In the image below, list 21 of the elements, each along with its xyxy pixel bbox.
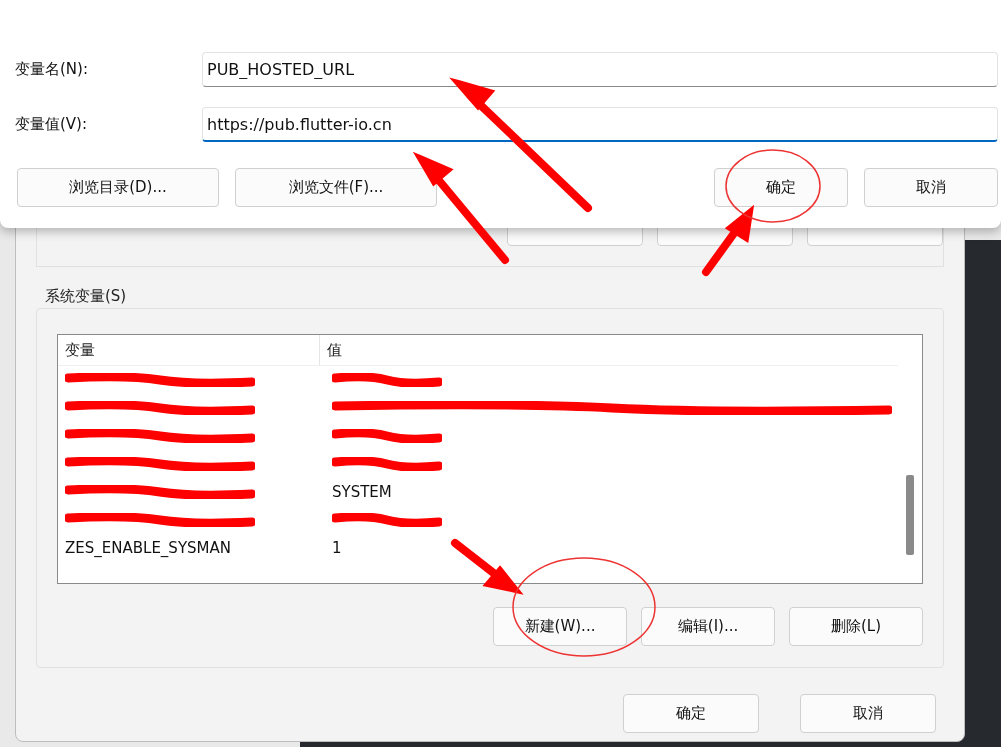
action-button[interactable]: 编辑(I)...: [641, 607, 775, 646]
group-title: 系统变量(S): [45, 287, 128, 306]
arrow-annotation: [702, 204, 755, 276]
text-field[interactable]: https://pub.flutter-io.cn: [202, 107, 998, 142]
dialog-button[interactable]: 确定: [623, 694, 759, 733]
browse-button[interactable]: 浏览目录(D)...: [17, 168, 219, 207]
dialog-button[interactable]: 确定: [714, 168, 848, 207]
field-label: 变量名(N):: [15, 60, 89, 79]
field-label: 变量值(V):: [15, 115, 89, 134]
text-field[interactable]: PUB_HOSTED_URL: [202, 52, 998, 87]
table-cell: 1: [332, 539, 342, 557]
scrollbar-thumb[interactable]: [906, 475, 914, 555]
table-cell: ZES_ENABLE_SYSMAN: [65, 539, 231, 557]
column-header[interactable]: 变量: [58, 335, 320, 365]
column-header[interactable]: 值: [319, 335, 898, 365]
dialog-button[interactable]: 取消: [800, 694, 936, 733]
action-button[interactable]: 删除(L): [789, 607, 923, 646]
table-cell: SYSTEM: [332, 483, 392, 501]
dialog-button[interactable]: 取消: [864, 168, 998, 207]
action-button[interactable]: 新建(W)...: [493, 607, 627, 646]
browse-button[interactable]: 浏览文件(F)...: [235, 168, 437, 207]
